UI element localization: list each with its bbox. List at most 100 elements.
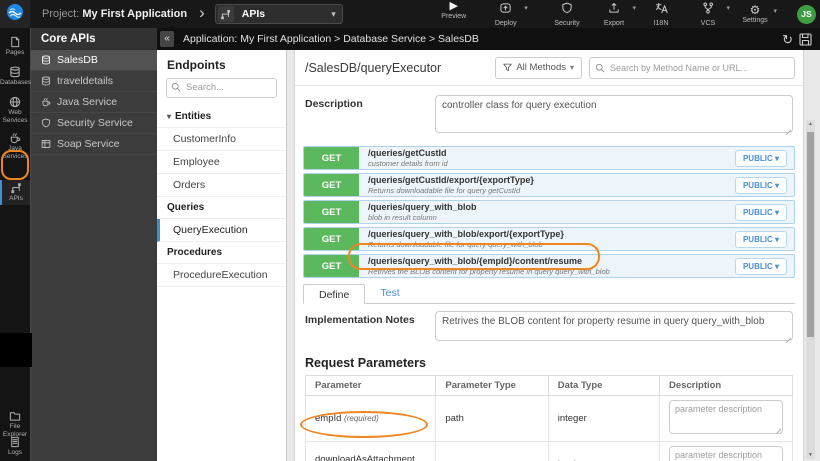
preview-button[interactable]: ▶ Preview	[439, 1, 469, 27]
wavemaker-logo-icon	[6, 3, 24, 26]
sidebar-item-java-services[interactable]: Java Services	[0, 130, 30, 163]
method-search-input[interactable]	[589, 56, 795, 79]
data-type-cell: boolean	[547, 441, 660, 461]
i18n-button[interactable]: I18N	[646, 1, 676, 27]
method-badge: GET	[304, 255, 359, 277]
chevron-right-icon: ›	[199, 3, 205, 22]
description-textarea[interactable]: controller class for query execution	[435, 95, 793, 133]
scroll-up-arrow[interactable]: ▲	[806, 121, 815, 127]
endpoint-description: customer details from id	[368, 158, 448, 168]
access-level-dropdown[interactable]: PUBLIC ▾	[734, 176, 787, 194]
core-apis-item-java-service[interactable]: Java Service	[31, 92, 157, 113]
sidebar-item-apis[interactable]: APIs	[0, 180, 30, 205]
api-card-header: /SalesDB/queryExecutor All Methods ▾	[295, 50, 803, 86]
tab-define[interactable]: Define	[303, 284, 366, 304]
chevron-down-icon: ▾	[773, 8, 777, 15]
search-icon	[595, 63, 605, 72]
param-description-textarea[interactable]	[668, 446, 783, 461]
chevron-down-icon: ▾	[726, 5, 730, 12]
security-button[interactable]: Security	[552, 1, 582, 27]
column-header: Description	[658, 375, 794, 396]
sidebar-item-databases[interactable]: Databases	[0, 64, 31, 89]
column-header: Parameter Type	[435, 375, 549, 396]
endpoint-row[interactable]: GET /queries/query_with_blob/export/{exp…	[303, 227, 795, 251]
param-type-cell: path	[435, 395, 549, 442]
implementation-notes-textarea[interactable]: Retrives the BLOB content for property r…	[435, 311, 793, 341]
top-bar: Project: My First Application › APIs ▾ ▶…	[0, 0, 820, 28]
description-row: Description controller class for query e…	[295, 86, 803, 138]
request-parameters-table: Parameter Parameter Type Data Type Descr…	[304, 375, 794, 461]
core-apis-item-soap-service[interactable]: Soap Service	[31, 134, 157, 155]
access-level-dropdown[interactable]: PUBLIC ▾	[734, 149, 787, 167]
access-level-dropdown[interactable]: PUBLIC ▾	[734, 203, 787, 221]
endpoint-item-customerinfo[interactable]: CustomerInfo	[157, 128, 286, 151]
scrollbar-thumb[interactable]	[807, 132, 814, 337]
endpoint-path: /queries/getCustId/export/{exportType}	[368, 175, 534, 186]
shield-icon	[561, 1, 573, 19]
sidebar-item-logs[interactable]: Logs	[0, 434, 30, 459]
endpoint-item-orders[interactable]: Orders	[157, 174, 286, 197]
i18n-icon	[655, 1, 668, 19]
page-icon	[11, 36, 20, 48]
endpoint-item-queryexecution[interactable]: QueryExecution	[157, 218, 286, 242]
shield-icon	[42, 118, 50, 128]
upload-icon	[499, 1, 512, 19]
vertical-scrollbar: ▲ ▼	[806, 120, 815, 459]
method-badge: GET	[304, 174, 359, 196]
database-icon	[42, 55, 50, 65]
param-description-textarea[interactable]	[668, 400, 783, 434]
tab-test[interactable]: Test	[365, 283, 414, 303]
endpoint-row[interactable]: GET /queries/query_with_blob blob in res…	[303, 200, 795, 224]
core-apis-item-salesdb[interactable]: SalesDB	[31, 50, 157, 71]
core-apis-item-traveldetails[interactable]: traveldetails	[31, 71, 157, 92]
refresh-button[interactable]: ↻	[782, 33, 793, 46]
endpoints-search-input[interactable]	[166, 77, 277, 98]
core-apis-panel: Core APIs SalesDB traveldetails Java Ser…	[30, 28, 157, 461]
nav-section-dropdown[interactable]: APIs ▾	[214, 4, 343, 24]
api-detail-card: /SalesDB/queryExecutor All Methods ▾ Des…	[294, 50, 804, 461]
sidebar-item-web-services[interactable]: Web Services	[0, 94, 30, 127]
log-file-icon	[11, 436, 19, 448]
param-description-cell	[658, 441, 794, 461]
access-level-dropdown[interactable]: PUBLIC ▾	[734, 230, 787, 248]
access-level-dropdown[interactable]: PUBLIC ▾	[734, 257, 787, 275]
endpoints-panel: Endpoints ▾Entities CustomerInfo Employe…	[157, 50, 287, 461]
collapse-panel-button[interactable]: «	[160, 31, 174, 47]
endpoint-row-selected[interactable]: GET /queries/query_with_blob/{empId}/con…	[303, 254, 795, 278]
settings-button[interactable]: ⚙ Settings ▾	[740, 4, 777, 24]
method-badge: GET	[304, 147, 359, 169]
export-button[interactable]: Export ▾	[599, 1, 636, 27]
app-logo[interactable]	[0, 0, 30, 28]
topbar-center-actions: ▶ Preview Deploy ▾	[439, 1, 528, 28]
implementation-notes-row: Implementation Notes Retrives the BLOB c…	[295, 304, 803, 346]
endpoint-row[interactable]: GET /queries/getCustId customer details …	[303, 146, 795, 170]
chevron-down-icon: ▾	[331, 8, 336, 19]
icon-sidebar: Pages Databases Web Services Java Servic…	[0, 28, 31, 461]
coffee-icon	[42, 98, 51, 107]
endpoint-row[interactable]: GET /queries/getCustId/export/{exportTyp…	[303, 173, 795, 197]
save-button[interactable]	[799, 32, 812, 46]
globe-icon	[9, 96, 21, 108]
endpoints-section-entities[interactable]: ▾ Entities	[157, 106, 286, 128]
endpoint-path: /queries/query_with_blob/{empId}/content…	[368, 256, 583, 267]
deploy-button[interactable]: Deploy ▾	[491, 1, 528, 27]
implementation-notes-label: Implementation Notes	[305, 314, 415, 326]
breadcrumb: Application: My First Application > Data…	[183, 33, 479, 45]
sidebar-item-pages[interactable]: Pages	[0, 34, 30, 59]
scroll-down-arrow[interactable]: ▼	[806, 452, 815, 458]
app-window: Project: My First Application › APIs ▾ ▶…	[0, 0, 820, 461]
description-label: Description	[305, 98, 363, 110]
caret-down-icon: ▾	[774, 234, 779, 244]
endpoints-section-procedures: Procedures	[157, 242, 286, 264]
vcs-button[interactable]: VCS ▾	[693, 1, 730, 27]
user-avatar[interactable]: JS	[797, 4, 816, 24]
methods-filter-dropdown[interactable]: All Methods ▾	[495, 56, 582, 79]
endpoint-item-procedureexecution[interactable]: ProcedureExecution	[157, 264, 286, 287]
api-title: /SalesDB/queryExecutor	[305, 60, 442, 75]
endpoint-description: Retrives the BLOB content for property r…	[368, 266, 610, 276]
endpoint-item-employee[interactable]: Employee	[157, 151, 286, 174]
soap-icon	[41, 140, 51, 148]
core-apis-item-security-service[interactable]: Security Service	[31, 113, 157, 134]
detail-tabs: Define Test	[303, 283, 795, 304]
export-icon	[608, 1, 620, 19]
